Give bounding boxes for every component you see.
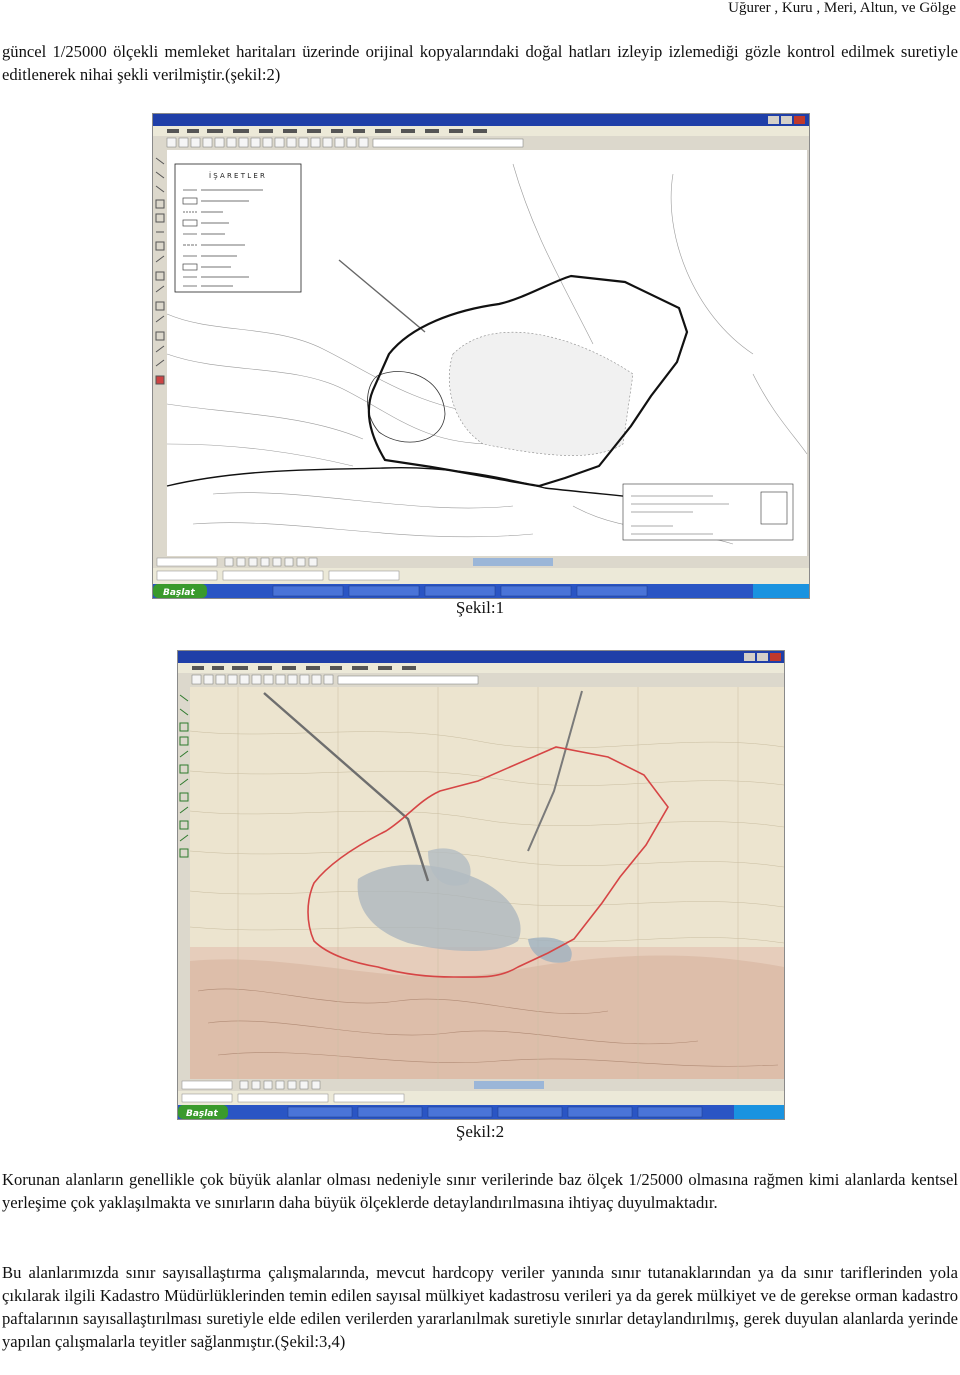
running-head-authors: Uğurer , Kuru , Meri, Altun, ve Gölge	[728, 0, 956, 16]
figure-2-gis-screenshot: Başlat	[177, 650, 785, 1120]
paragraph-body-2: Bu alanlarımızda sınır sayısallaştırma ç…	[2, 1263, 958, 1351]
figure-1-gis-screenshot: İ Ş A R E T L E R Başlat	[152, 113, 810, 599]
left-tool-palette	[153, 150, 167, 556]
start-button-label: Başlat	[186, 1109, 218, 1119]
paragraph-intro: güncel 1/25000 ölçekli memleket haritala…	[2, 42, 958, 84]
map-legend	[174, 163, 302, 293]
window-titlebar	[153, 114, 809, 126]
figure-2-caption: Şekil:2	[455, 1122, 505, 1141]
paragraph-body-1: Korunan alanların genellikle çok büyük a…	[2, 1170, 958, 1212]
figure-1-caption: Şekil:1	[455, 598, 505, 617]
left-tool-palette	[178, 687, 190, 1079]
start-button-label: Başlat	[163, 588, 195, 598]
window-titlebar	[178, 651, 784, 663]
figure-1-drawing: İ Ş A R E T L E R Başlat	[153, 114, 809, 598]
map-legend-title: İ Ş A R E T L E R	[209, 171, 265, 180]
figure-2-drawing: Başlat	[178, 651, 784, 1119]
